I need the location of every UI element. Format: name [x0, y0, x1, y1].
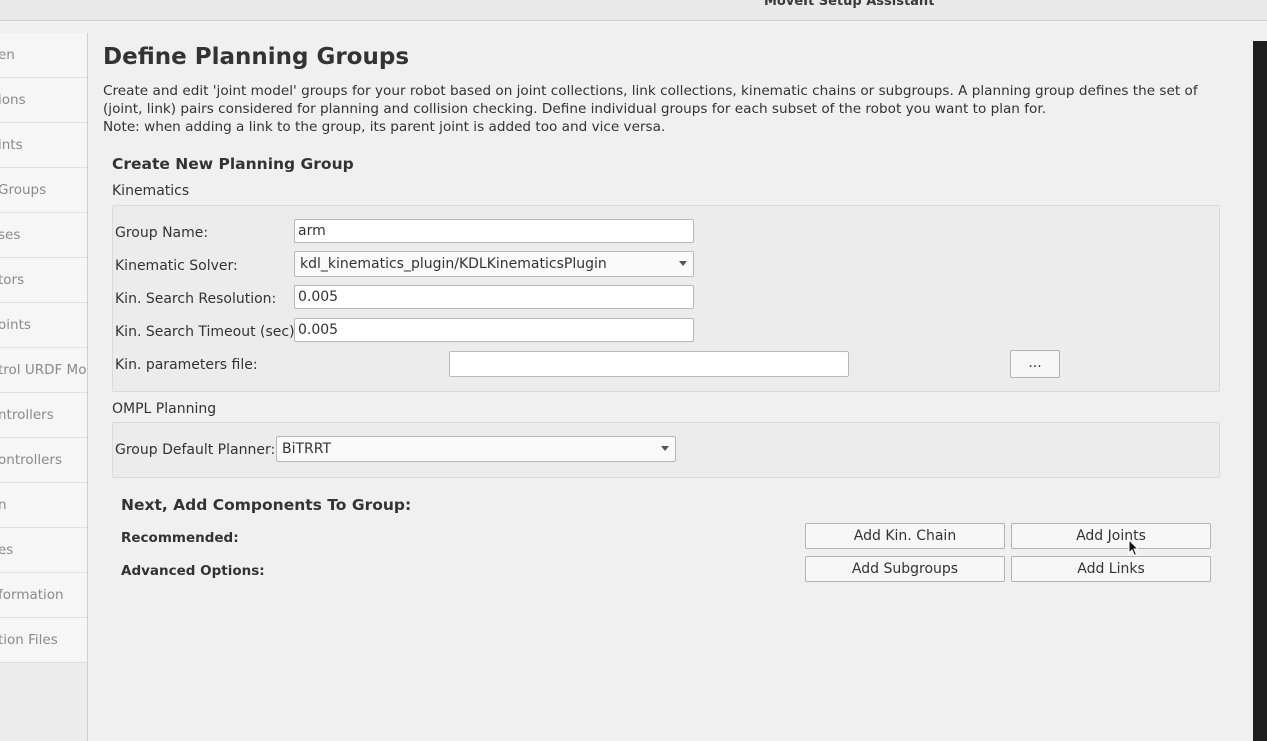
sidebar-item[interactable]: ses — [0, 213, 87, 258]
add-joints-button[interactable]: Add Joints — [1011, 523, 1211, 549]
default-planner-value: BiTRRT — [282, 441, 332, 457]
sidebar-item-label: ints — [0, 137, 23, 153]
ompl-group-box: Group Default Planner: BiTRRT — [112, 422, 1220, 478]
chevron-down-icon — [679, 261, 687, 266]
chevron-down-icon — [661, 446, 669, 451]
group-name-input[interactable] — [294, 219, 694, 243]
kinematic-solver-label: Kinematic Solver: — [115, 258, 238, 274]
kinematics-label: Kinematics — [112, 183, 190, 199]
sidebar-item-label: ions — [0, 92, 26, 108]
sidebar-item-label: en — [0, 47, 15, 63]
add-links-button[interactable]: Add Links — [1011, 556, 1211, 582]
browse-button[interactable]: ... — [1010, 350, 1060, 378]
sidebar-item[interactable]: ntrollers — [0, 393, 87, 438]
search-timeout-label: Kin. Search Timeout (sec): — [115, 324, 300, 340]
kinematics-group-box: Group Name: Kinematic Solver: kdl_kinema… — [112, 205, 1220, 392]
sidebar-item-label: es — [0, 542, 14, 558]
page-description: Create and edit 'joint model' groups for… — [103, 82, 1223, 136]
search-timeout-input[interactable] — [294, 318, 694, 342]
sidebar-item[interactable]: oints — [0, 303, 87, 348]
sidebar: en ions ints Groups ses tors oints trol … — [0, 33, 88, 741]
main-panel: Define Planning Groups Create and edit '… — [88, 33, 1252, 741]
sidebar-item-label: ntrollers — [0, 407, 54, 423]
sidebar-item-label: Groups — [0, 182, 47, 198]
sidebar-item-label: ses — [0, 227, 21, 243]
sidebar-item[interactable]: trol URDF Mod — [0, 348, 87, 393]
ompl-planning-label: OMPL Planning — [112, 401, 217, 417]
sidebar-item[interactable]: es — [0, 528, 87, 573]
window-title: MoveIt Setup Assistant — [764, 0, 935, 9]
description-text: Create and edit 'joint model' groups for… — [103, 83, 1198, 117]
section-title: Create New Planning Group — [112, 155, 354, 173]
sidebar-item-label: formation — [0, 587, 64, 603]
default-planner-select[interactable]: BiTRRT — [276, 436, 676, 462]
sidebar-item-label: tion Files — [0, 632, 58, 648]
add-kin-chain-button[interactable]: Add Kin. Chain — [805, 523, 1005, 549]
sidebar-item-label: tors — [0, 272, 25, 288]
sidebar-item[interactable]: en — [0, 33, 87, 78]
components-title: Next, Add Components To Group: — [121, 496, 412, 514]
recommended-label: Recommended: — [121, 530, 239, 546]
sidebar-item-label: n — [0, 497, 7, 513]
sidebar-item-label: ontrollers — [0, 452, 63, 468]
sidebar-item-planning-groups[interactable]: Groups — [0, 168, 87, 213]
sidebar-item[interactable]: n — [0, 483, 87, 528]
sidebar-item[interactable]: tors — [0, 258, 87, 303]
default-planner-label: Group Default Planner: — [115, 442, 276, 458]
group-name-label: Group Name: — [115, 225, 209, 241]
sidebar-item[interactable]: tion Files — [0, 618, 87, 663]
params-file-input[interactable] — [449, 351, 849, 377]
add-subgroups-button[interactable]: Add Subgroups — [805, 556, 1005, 582]
page-title: Define Planning Groups — [103, 44, 410, 70]
kinematic-solver-value: kdl_kinematics_plugin/KDLKinematicsPlugi… — [300, 256, 607, 272]
sidebar-item-label: oints — [0, 317, 31, 333]
search-resolution-input[interactable] — [294, 285, 694, 309]
search-resolution-label: Kin. Search Resolution: — [115, 291, 277, 307]
sidebar-item[interactable]: ions — [0, 78, 87, 123]
sidebar-item[interactable]: ontrollers — [0, 438, 87, 483]
params-file-label: Kin. parameters file: — [115, 357, 258, 373]
sidebar-item-label: trol URDF Mod — [0, 362, 87, 378]
kinematic-solver-select[interactable]: kdl_kinematics_plugin/KDLKinematicsPlugi… — [294, 251, 694, 277]
title-bar: MoveIt Setup Assistant — [0, 0, 1267, 21]
mouse-cursor-icon — [1128, 539, 1140, 557]
sidebar-item[interactable]: ints — [0, 123, 87, 168]
advanced-options-label: Advanced Options: — [121, 563, 265, 579]
sidebar-item[interactable]: formation — [0, 573, 87, 618]
scrollbar[interactable] — [1253, 41, 1267, 741]
description-note: Note: when adding a link to the group, i… — [103, 119, 666, 135]
